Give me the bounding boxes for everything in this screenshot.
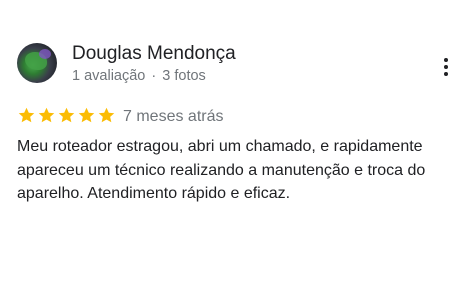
star-rating	[17, 106, 116, 128]
review-text: Meu roteador estragou, abri um chamado, …	[17, 138, 426, 202]
star-icon	[58, 107, 75, 123]
photo-count: 3 fotos	[162, 68, 206, 84]
star-icon	[78, 107, 95, 123]
review-time: 7 meses atrás	[123, 108, 224, 125]
more-dot	[444, 58, 448, 62]
star-icon	[38, 107, 55, 123]
reviewer-meta: 1 avaliação · 3 fotos	[72, 66, 206, 86]
review-card: Douglas Mendonça 1 avaliação · 3 fotos 7…	[0, 0, 463, 286]
avatar[interactable]	[17, 43, 57, 83]
review-count: 1 avaliação	[72, 68, 146, 84]
meta-separator: ·	[151, 68, 157, 84]
star-icon	[18, 107, 35, 123]
more-dot	[444, 72, 448, 76]
star-icon	[98, 107, 115, 123]
more-options-icon[interactable]	[436, 56, 456, 78]
reviewer-name[interactable]: Douglas Mendonça	[72, 42, 236, 66]
more-dot	[444, 65, 448, 69]
